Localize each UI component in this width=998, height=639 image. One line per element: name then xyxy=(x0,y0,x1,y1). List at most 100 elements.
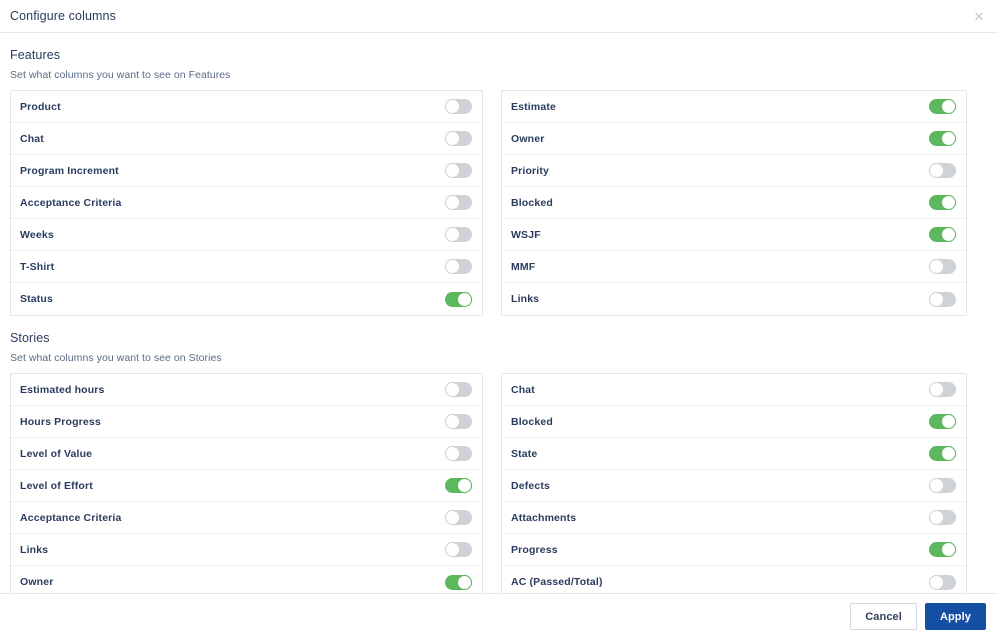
option-label: Estimated hours xyxy=(20,384,105,396)
option-row[interactable]: Status xyxy=(11,283,482,315)
toggle-switch[interactable] xyxy=(445,292,472,307)
option-row[interactable]: Level of Effort xyxy=(11,470,482,502)
option-row[interactable]: Estimate xyxy=(502,91,966,123)
toggle-switch[interactable] xyxy=(929,195,956,210)
toggle-knob xyxy=(445,227,460,242)
toggle-switch[interactable] xyxy=(929,131,956,146)
toggle-switch[interactable] xyxy=(929,382,956,397)
toggle-switch[interactable] xyxy=(445,99,472,114)
toggle-switch[interactable] xyxy=(445,131,472,146)
option-row[interactable]: Estimated hours xyxy=(11,374,482,406)
toggle-switch[interactable] xyxy=(929,542,956,557)
toggle-knob xyxy=(941,446,956,461)
toggle-switch[interactable] xyxy=(445,163,472,178)
toggle-switch[interactable] xyxy=(929,227,956,242)
toggle-switch[interactable] xyxy=(929,414,956,429)
option-label: Product xyxy=(20,101,61,113)
option-row[interactable]: Blocked xyxy=(502,406,966,438)
toggle-switch[interactable] xyxy=(445,195,472,210)
option-row[interactable]: Links xyxy=(502,283,966,315)
toggle-knob xyxy=(941,414,956,429)
option-row[interactable]: Program Increment xyxy=(11,155,482,187)
option-label: State xyxy=(511,448,537,460)
option-row[interactable]: T-Shirt xyxy=(11,251,482,283)
option-label: T-Shirt xyxy=(20,261,54,273)
option-label: Acceptance Criteria xyxy=(20,197,121,209)
option-row[interactable]: Defects xyxy=(502,470,966,502)
page-title: Configure columns xyxy=(10,9,116,23)
toggle-switch[interactable] xyxy=(445,382,472,397)
toggle-switch[interactable] xyxy=(929,292,956,307)
option-row[interactable]: Priority xyxy=(502,155,966,187)
option-row[interactable]: Progress xyxy=(502,534,966,566)
option-row[interactable]: Chat xyxy=(11,123,482,155)
option-row[interactable]: State xyxy=(502,438,966,470)
option-row[interactable]: Hours Progress xyxy=(11,406,482,438)
toggle-switch[interactable] xyxy=(445,259,472,274)
option-label: Chat xyxy=(511,384,535,396)
option-row[interactable]: Owner xyxy=(11,566,482,593)
option-row[interactable]: Blocked xyxy=(502,187,966,219)
section-title: Features xyxy=(10,33,988,62)
toggle-switch[interactable] xyxy=(445,414,472,429)
toggle-switch[interactable] xyxy=(445,227,472,242)
toggle-switch[interactable] xyxy=(929,446,956,461)
option-row[interactable]: Weeks xyxy=(11,219,482,251)
section-subtitle: Set what columns you want to see on Feat… xyxy=(10,62,988,90)
toggle-switch[interactable] xyxy=(445,575,472,590)
option-row[interactable]: Level of Value xyxy=(11,438,482,470)
section-stories: StoriesSet what columns you want to see … xyxy=(10,316,988,593)
section-features: FeaturesSet what columns you want to see… xyxy=(10,33,988,316)
toggle-switch[interactable] xyxy=(929,575,956,590)
option-label: Chat xyxy=(20,133,44,145)
toggle-knob xyxy=(929,292,944,307)
close-icon[interactable]: ✕ xyxy=(972,9,986,23)
toggle-switch[interactable] xyxy=(445,510,472,525)
toggle-switch[interactable] xyxy=(929,99,956,114)
option-label: MMF xyxy=(511,261,535,273)
toggle-knob xyxy=(445,542,460,557)
toggle-knob xyxy=(457,478,472,493)
option-label: Acceptance Criteria xyxy=(20,512,121,524)
option-row[interactable]: Acceptance Criteria xyxy=(11,187,482,219)
option-row[interactable]: Links xyxy=(11,534,482,566)
toggle-switch[interactable] xyxy=(929,478,956,493)
toggle-switch[interactable] xyxy=(929,259,956,274)
cancel-button[interactable]: Cancel xyxy=(850,603,917,630)
option-row[interactable]: Attachments xyxy=(502,502,966,534)
toggle-knob xyxy=(941,99,956,114)
toggle-switch[interactable] xyxy=(929,163,956,178)
option-label: Defects xyxy=(511,480,550,492)
option-column-left: Product Chat Program Increment Acceptance C… xyxy=(10,90,483,316)
option-label: Estimate xyxy=(511,101,556,113)
option-label: Weeks xyxy=(20,229,54,241)
option-row[interactable]: Chat xyxy=(502,374,966,406)
toggle-knob xyxy=(445,414,460,429)
option-row[interactable]: WSJF xyxy=(502,219,966,251)
option-row[interactable]: Owner xyxy=(502,123,966,155)
toggle-knob xyxy=(445,131,460,146)
toggle-switch[interactable] xyxy=(445,478,472,493)
option-columns: Product Chat Program Increment Acceptance C… xyxy=(10,90,988,316)
option-label: Attachments xyxy=(511,512,576,524)
toggle-knob xyxy=(445,99,460,114)
option-label: Blocked xyxy=(511,416,553,428)
option-row[interactable]: Product xyxy=(11,91,482,123)
toggle-switch[interactable] xyxy=(445,542,472,557)
toggle-knob xyxy=(941,131,956,146)
toggle-knob xyxy=(941,542,956,557)
option-row[interactable]: Acceptance Criteria xyxy=(11,502,482,534)
option-row[interactable]: AC (Passed/Total) xyxy=(502,566,966,593)
toggle-knob xyxy=(445,195,460,210)
toggle-knob xyxy=(445,259,460,274)
toggle-knob xyxy=(457,292,472,307)
toggle-switch[interactable] xyxy=(929,510,956,525)
option-row[interactable]: MMF xyxy=(502,251,966,283)
toggle-knob xyxy=(445,382,460,397)
option-label: Status xyxy=(20,293,53,305)
option-column-right: Chat Blocked State Defects Attachments Progre… xyxy=(501,373,967,593)
toggle-switch[interactable] xyxy=(445,446,472,461)
option-columns: Estimated hours Hours Progress Level of Va… xyxy=(10,373,988,593)
apply-button[interactable]: Apply xyxy=(925,603,986,630)
option-label: Level of Value xyxy=(20,448,92,460)
